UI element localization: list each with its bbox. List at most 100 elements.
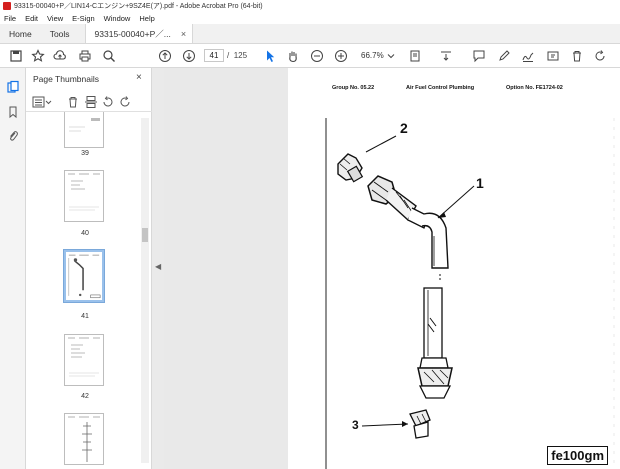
thumbnail-list: 39 40 41 42 (26, 112, 144, 469)
tab-home[interactable]: Home (0, 24, 41, 43)
thumbnail-page-number: 42 (81, 393, 89, 400)
fit-page-button[interactable] (407, 48, 423, 64)
thumbnail-page[interactable] (64, 112, 104, 148)
hand-tool-button[interactable] (285, 48, 301, 64)
options-menu-icon (32, 96, 52, 108)
page-count: / 125 (227, 51, 247, 60)
thumbnail-page[interactable] (64, 413, 104, 465)
callout-1: 1 (476, 175, 484, 191)
hand-icon (289, 51, 297, 63)
pane-splitter[interactable]: ◀ (152, 68, 164, 469)
delete-pages-button[interactable] (66, 95, 80, 109)
find-button[interactable] (101, 48, 117, 64)
thumbnail-page-number: 41 (81, 313, 89, 320)
scrollbar-thumb[interactable] (142, 228, 148, 242)
comment-button[interactable] (471, 48, 487, 64)
delete-button[interactable] (569, 48, 585, 64)
save-button[interactable] (8, 48, 24, 64)
minus-circle-icon (311, 50, 323, 62)
elbow-fitting (337, 153, 364, 183)
signature-icon (522, 52, 534, 62)
previous-page-button[interactable] (157, 48, 173, 64)
tab-bar: Home Tools 93315-00040+P／... × (0, 24, 620, 44)
comment-icon (473, 50, 485, 63)
thumbnail-scrollbar[interactable] (141, 118, 149, 463)
bookmark-ribbon-icon (9, 106, 17, 119)
magnifier-icon (103, 50, 115, 62)
tab-tools-label: Tools (49, 28, 70, 39)
attachments-panel-button[interactable] (5, 128, 21, 144)
arrow-up-circle-icon (159, 50, 171, 62)
arrow-down-circle-icon (183, 50, 195, 62)
menu-window[interactable]: Window (104, 14, 131, 23)
thumbnail-page[interactable] (63, 249, 105, 303)
page-thumbnails-icon (7, 80, 19, 93)
thumbnail-page-content (68, 416, 100, 462)
acrobat-app-icon (3, 2, 11, 10)
cursor-arrow-icon (267, 50, 275, 62)
thumbnail-page-number: 40 (81, 230, 89, 237)
plus-circle-icon (335, 50, 347, 62)
menu-help[interactable]: Help (139, 14, 154, 23)
tab-tools[interactable]: Tools (41, 24, 79, 43)
callout-2: 2 (400, 120, 408, 136)
thumbnail-page-content (69, 118, 100, 132)
document-viewer[interactable]: Group No. 05.22 Air Fuel Control Plumbin… (164, 68, 620, 469)
print-button[interactable] (77, 48, 93, 64)
parts-illustration (325, 118, 615, 469)
tab-document[interactable]: 93315-00040+P／... × (84, 24, 194, 43)
menu-esign[interactable]: E-Sign (72, 14, 95, 23)
rotate-cw-button[interactable] (118, 95, 132, 109)
menu-edit[interactable]: Edit (25, 14, 38, 23)
upload-button[interactable] (52, 48, 68, 64)
printer-icon (79, 50, 91, 62)
insert-pages-button[interactable] (84, 95, 98, 109)
tab-close-icon[interactable]: × (181, 29, 186, 39)
paperclip-icon (10, 131, 18, 141)
highlight-button[interactable] (496, 48, 512, 64)
next-page-button[interactable] (181, 48, 197, 64)
bookmark-button[interactable] (30, 48, 46, 64)
zoom-in-button[interactable] (333, 48, 349, 64)
stamp-icon (547, 51, 559, 61)
cloud-upload-icon (53, 50, 66, 60)
zoom-level[interactable]: 66.7% (361, 51, 384, 60)
panel-close-icon[interactable]: × (136, 72, 142, 83)
window-title: 93315-00040+P／LIN14-Cエンジン+9SZ4E(ア).pdf -… (14, 3, 263, 10)
thumbnail-page[interactable] (64, 170, 104, 222)
pen-icon (499, 50, 510, 61)
figure-id: fe100gm (547, 446, 608, 465)
thumbnail-page[interactable] (64, 334, 104, 386)
menu-bar: File Edit View E-Sign Window Help (0, 12, 620, 24)
page-thumbnails-panel: Page Thumbnails × 39 40 41 42 (26, 68, 152, 469)
bookmarks-panel-button[interactable] (5, 104, 21, 120)
rotate-button[interactable] (592, 48, 608, 64)
menu-file[interactable]: File (4, 14, 16, 23)
page-number-input[interactable]: 41 (204, 49, 224, 62)
tab-document-label: 93315-00040+P／... (94, 28, 171, 39)
chevron-down-icon (387, 54, 395, 59)
menu-view[interactable]: View (47, 14, 63, 23)
thumbnail-page-content (68, 337, 100, 377)
star-icon (31, 49, 45, 62)
select-tool-button[interactable] (262, 48, 278, 64)
zoom-out-button[interactable] (309, 48, 325, 64)
thumbnail-options-button[interactable] (32, 95, 52, 109)
stamp-button[interactable] (545, 48, 561, 64)
pdf-page: Group No. 05.22 Air Fuel Control Plumbin… (288, 68, 620, 469)
thumbnail-toolbar (26, 92, 152, 112)
save-icon (10, 50, 22, 62)
main-toolbar: 41 / 125 66.7% (0, 44, 620, 68)
hose-end-fitting (367, 175, 429, 229)
page-thumbnails-panel-button[interactable] (5, 79, 21, 95)
page-separator: / (227, 51, 230, 60)
collapse-pane-icon[interactable]: ◀ (155, 262, 161, 271)
zoom-dropdown[interactable] (383, 48, 399, 64)
scroll-mode-icon (441, 51, 451, 61)
sign-button[interactable] (520, 48, 536, 64)
fit-page-icon (410, 50, 420, 62)
scroll-mode-button[interactable] (438, 48, 454, 64)
thumbnail-page-content (68, 173, 100, 211)
window-titlebar: 93315-00040+P／LIN14-Cエンジン+9SZ4E(ア).pdf -… (0, 0, 620, 12)
rotate-ccw-button[interactable] (101, 95, 115, 109)
